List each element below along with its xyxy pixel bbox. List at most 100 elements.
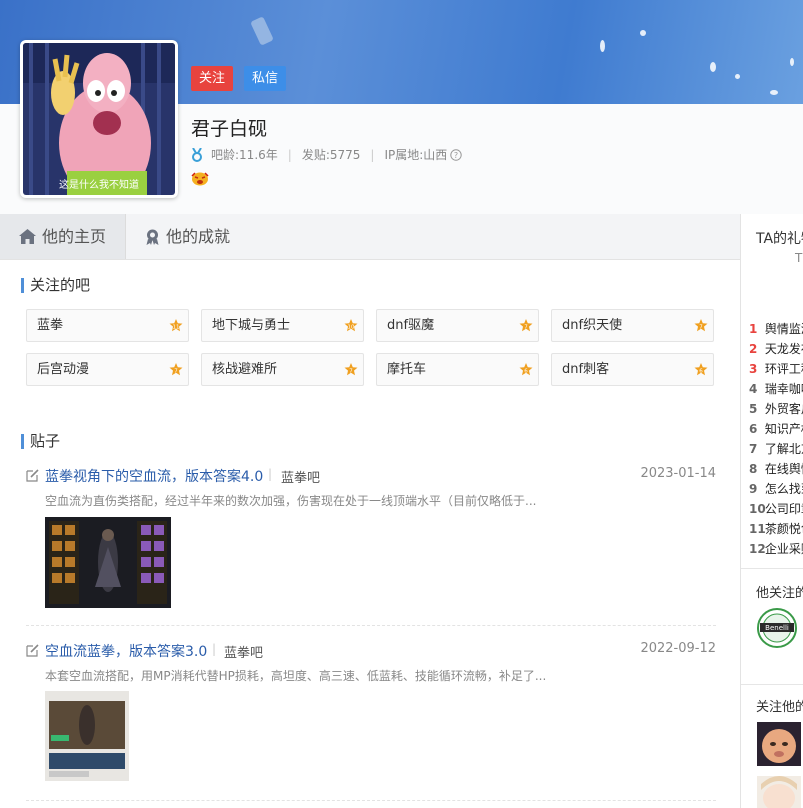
hot-list-item[interactable]: 6 知识产权: [749, 420, 803, 437]
hot-text: 天龙发布: [764, 342, 803, 356]
hot-text: 茶颜悦色: [764, 522, 803, 536]
post-bar-link[interactable]: 蓝拳吧: [281, 467, 320, 486]
hot-text: 环评工程: [764, 362, 803, 376]
hot-list-item[interactable]: 4 瑞幸咖啡: [749, 380, 803, 397]
hot-text: 在线舆情: [764, 462, 803, 476]
hot-rank: 11: [749, 522, 766, 536]
profile-tabs: 他的主页 他的成就: [0, 214, 740, 260]
hot-rank: 7: [749, 442, 758, 456]
avatar-image: 这是什么我不知道: [23, 43, 175, 195]
award-icon: [146, 229, 159, 245]
posts-title: 贴子: [21, 434, 60, 449]
hot-text: 了解北京: [764, 442, 803, 456]
post-title[interactable]: 蓝拳视角下的空血流，版本答案4.0: [45, 466, 263, 486]
level-badge-icon: 6: [694, 363, 708, 376]
level-badge-icon: 7: [519, 319, 533, 332]
bar-level: 7: [174, 369, 178, 375]
help-icon[interactable]: ?: [450, 148, 462, 161]
followed-bar-item[interactable]: 蓝拳 11: [26, 309, 189, 342]
follower-avatar[interactable]: [757, 722, 801, 766]
level-badge-icon: 6: [519, 363, 533, 376]
level-badge-icon: 7: [344, 363, 358, 376]
tab-achievements[interactable]: 他的成就: [145, 214, 230, 259]
medal-icon: [192, 147, 202, 162]
bar-level: 6: [699, 369, 703, 375]
hot-list-item[interactable]: 9 怎么找到: [749, 480, 803, 497]
benelli-logo[interactable]: Benelli: [757, 608, 797, 648]
hot-text: 瑞幸咖啡: [764, 382, 803, 396]
hot-rank: 6: [749, 422, 758, 436]
followed-bar-item[interactable]: 后宫动漫 7: [26, 353, 189, 386]
right-sidebar: TA的礼物 T 1 舆情监测 2 天龙发布 3 环评工程 4 瑞幸咖啡 5 外贸客户 6 …: [741, 214, 803, 808]
hot-rank: 10: [749, 502, 766, 516]
hot-text: 企业采购: [764, 542, 803, 556]
home-icon: [18, 229, 36, 244]
bar-level: 7: [349, 369, 353, 375]
followed-bars-title: 关注的吧: [21, 278, 90, 293]
hot-list-item[interactable]: 12 企业采购: [749, 540, 803, 557]
ip-location: IP属地:山西: [384, 148, 448, 162]
bar-name: 地下城与勇士: [212, 318, 291, 333]
svg-text:Benelli: Benelli: [765, 624, 789, 632]
tab-home[interactable]: 他的主页: [0, 214, 126, 259]
follower-avatar[interactable]: [757, 776, 801, 808]
followed-bar-item[interactable]: 核战避难所 7: [201, 353, 364, 386]
hot-list-item[interactable]: 10 公司印章: [749, 500, 803, 517]
post-thumbnail[interactable]: [45, 691, 129, 781]
hot-list-item[interactable]: 7 了解北京: [749, 440, 803, 457]
hot-rank: 9: [749, 482, 758, 496]
main-content: 他的主页 他的成就 关注的吧 蓝拳 11 地下城与勇士 10 dnf驱魔 7 dnf织天使 7…: [0, 214, 741, 808]
level-badge-icon: 10: [344, 319, 358, 332]
follows-title: 他关注的: [756, 586, 803, 601]
hot-rank: 5: [749, 402, 758, 416]
username: 君子白砚: [191, 118, 268, 140]
hot-text: 公司印章: [764, 502, 803, 516]
bar-level: 7: [524, 325, 528, 331]
hot-list-item[interactable]: 2 天龙发布: [749, 340, 803, 357]
followed-bar-item[interactable]: 地下城与勇士 10: [201, 309, 364, 342]
followed-bar-item[interactable]: dnf织天使 7: [551, 309, 714, 342]
hot-rank: 2: [749, 342, 758, 356]
bar-level: 6: [524, 369, 528, 375]
hot-rank: 1: [749, 322, 758, 336]
post-thumbnail[interactable]: [45, 517, 171, 608]
followed-bar-item[interactable]: dnf刺客 6: [551, 353, 714, 386]
post-date: 2022-09-12: [640, 641, 716, 656]
level-badge-icon: 7: [694, 319, 708, 332]
hot-list-item[interactable]: 3 环评工程: [749, 360, 803, 377]
hot-list-item[interactable]: 1 舆情监测: [749, 320, 803, 337]
crying-emoji-icon: [191, 172, 209, 186]
bar-name: dnf织天使: [562, 318, 623, 333]
hot-text: 外贸客户: [764, 402, 803, 416]
bar-name: 蓝拳: [37, 318, 64, 333]
edit-icon: [26, 644, 39, 657]
hot-rank: 8: [749, 462, 758, 476]
edit-icon: [26, 469, 39, 482]
gift-title: TA的礼物: [756, 231, 803, 247]
post-bar-link[interactable]: 蓝拳吧: [224, 642, 263, 661]
hot-text: 怎么找到: [764, 482, 803, 496]
followed-bar-item[interactable]: dnf驱魔 7: [376, 309, 539, 342]
bar-name: 摩托车: [387, 362, 427, 377]
hot-text: 知识产权: [764, 422, 803, 436]
bar-name: dnf刺客: [562, 362, 610, 377]
hot-rank: 12: [749, 542, 766, 556]
post-title[interactable]: 空血流蓝拳，版本答案3.0: [45, 641, 207, 661]
post-abstract: 本套空血流搭配，用MP消耗代替HP损耗，高坦度、高三速、低蓝耗、技能循环流畅，补…: [45, 669, 547, 683]
avatar[interactable]: 这是什么我不知道: [20, 40, 178, 198]
gift-subtitle: T: [795, 251, 803, 265]
post-count: 发贴:5775: [301, 148, 361, 162]
message-button[interactable]: 私信: [244, 66, 286, 91]
post-date: 2023-01-14: [640, 466, 716, 481]
svg-text:?: ?: [454, 151, 458, 160]
followed-bar-item[interactable]: 摩托车 6: [376, 353, 539, 386]
bar-name: 核战避难所: [212, 362, 278, 377]
hot-list-item[interactable]: 11 茶颜悦色: [749, 520, 803, 537]
follow-button[interactable]: 关注: [191, 66, 233, 91]
hot-list-item[interactable]: 8 在线舆情: [749, 460, 803, 477]
avatar-caption: 这是什么我不知道: [59, 178, 139, 191]
hot-rank: 4: [749, 382, 758, 396]
post-abstract: 空血流为直伤类搭配，经过半年来的数次加强，伤害现在处于一线顶端水平（目前仅略低于…: [45, 494, 537, 508]
level-badge-icon: 7: [169, 363, 183, 376]
hot-list-item[interactable]: 5 外贸客户: [749, 400, 803, 417]
